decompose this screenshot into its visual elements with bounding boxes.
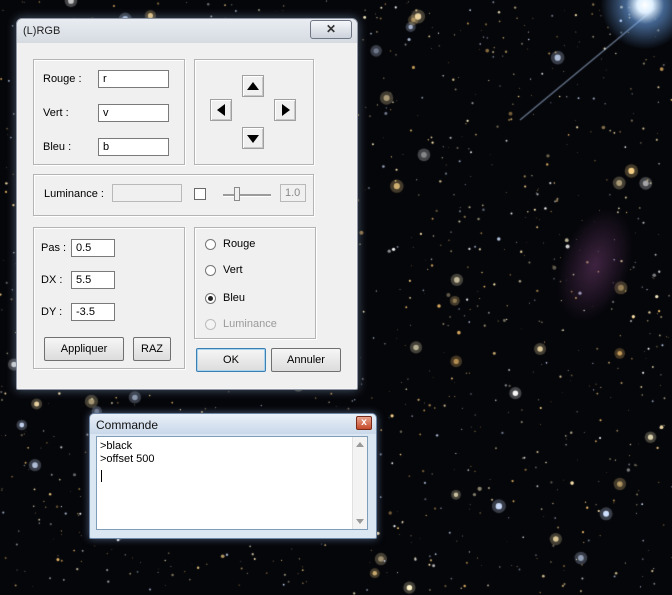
right-arrow-icon xyxy=(282,104,290,116)
luminance-slider-track[interactable] xyxy=(223,194,271,197)
left-arrow-icon xyxy=(217,104,225,116)
bleu-field[interactable]: b xyxy=(98,138,169,156)
luminance-group: Luminance : 1.0 xyxy=(33,174,314,216)
scroll-down-icon[interactable] xyxy=(356,519,364,524)
up-button[interactable] xyxy=(242,75,264,97)
bleu-label: Bleu : xyxy=(43,141,72,153)
command-window: Commande x >black >offset 500 xyxy=(89,413,377,539)
pas-field[interactable]: 0.5 xyxy=(71,239,115,257)
command-title: Commande xyxy=(96,418,159,432)
scroll-up-icon[interactable] xyxy=(356,442,364,447)
dx-label: DX : xyxy=(41,274,63,286)
luminance-label: Luminance : xyxy=(44,188,104,200)
radio-vert-button[interactable] xyxy=(205,265,216,276)
radio-bleu-button[interactable] xyxy=(205,293,216,304)
cancel-button[interactable]: Annuler xyxy=(271,348,341,372)
luminance-checkbox[interactable] xyxy=(194,188,206,200)
raz-button[interactable]: RAZ xyxy=(133,337,171,361)
radio-rouge-button[interactable] xyxy=(205,239,216,250)
close-icon: x xyxy=(361,417,367,428)
radio-luminance-label: Luminance xyxy=(223,318,277,330)
vert-field[interactable]: v xyxy=(98,104,169,122)
apply-button[interactable]: Appliquer xyxy=(44,337,124,361)
rouge-field[interactable]: r xyxy=(98,70,169,88)
down-arrow-icon xyxy=(247,135,259,143)
console-line-2: >offset 500 xyxy=(100,453,155,465)
radio-vert-label: Vert xyxy=(223,264,243,276)
command-close-button[interactable]: x xyxy=(356,416,372,430)
radio-luminance-button xyxy=(205,319,216,330)
left-button[interactable] xyxy=(210,99,232,121)
command-titlebar[interactable]: Commande x xyxy=(90,414,376,434)
vert-label: Vert : xyxy=(43,107,69,119)
luminance-slider-thumb[interactable] xyxy=(234,187,240,201)
right-button[interactable] xyxy=(274,99,296,121)
dy-label: DY : xyxy=(41,306,63,318)
command-console[interactable]: >black >offset 500 xyxy=(96,436,368,530)
console-line-1: >black xyxy=(100,440,133,452)
params-group: Pas : 0.5 DX : 5.5 DY : -3.5 Appliquer R… xyxy=(33,227,185,369)
radio-group: Rouge Vert Bleu Luminance xyxy=(194,227,316,339)
dialog-title: (L)RGB xyxy=(23,25,61,37)
ok-button[interactable]: OK xyxy=(196,348,266,372)
radio-bleu-label: Bleu xyxy=(223,292,246,304)
lrgb-dialog: (L)RGB ✕ Rouge : r Vert : v Bleu : b Lum… xyxy=(16,18,358,390)
down-button[interactable] xyxy=(242,127,264,149)
luminance-level-field[interactable]: 1.0 xyxy=(280,184,306,202)
radio-rouge-label: Rouge xyxy=(223,238,256,250)
channel-group: Rouge : r Vert : v Bleu : b xyxy=(33,59,185,165)
dx-field[interactable]: 5.5 xyxy=(71,271,115,289)
text-caret xyxy=(101,470,102,482)
up-arrow-icon xyxy=(247,82,259,90)
arrow-pad-group xyxy=(194,59,314,165)
rouge-label: Rouge : xyxy=(43,73,82,85)
dy-field[interactable]: -3.5 xyxy=(71,303,115,321)
pas-label: Pas : xyxy=(41,242,67,254)
close-button[interactable]: ✕ xyxy=(310,20,352,39)
luminance-field[interactable] xyxy=(112,184,182,202)
close-icon: ✕ xyxy=(325,22,337,36)
dialog-titlebar[interactable]: (L)RGB ✕ xyxy=(17,19,357,43)
console-scrollbar[interactable] xyxy=(352,437,367,529)
